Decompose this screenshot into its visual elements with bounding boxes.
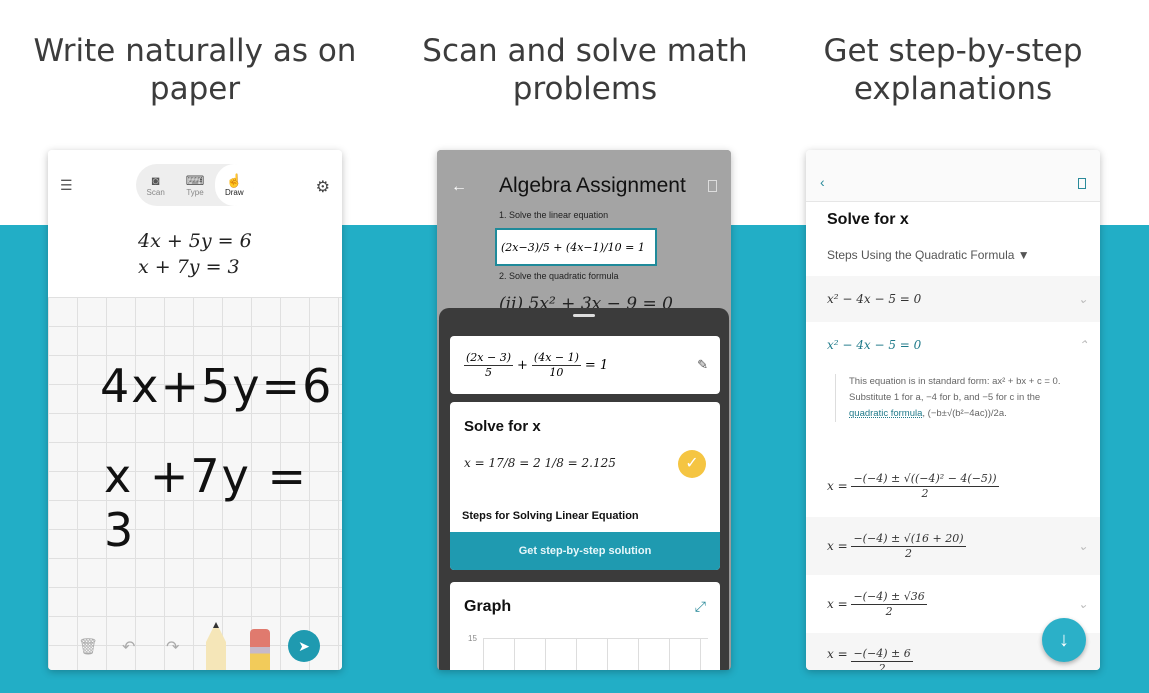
explanation: This equation is in standard form: ax² +… <box>835 374 1080 422</box>
hand-draw-icon: ☝ <box>226 172 243 188</box>
top-bar: ‹ <box>806 150 1100 202</box>
mode-type[interactable]: ⌨ Type <box>175 164 214 206</box>
problem-card[interactable]: (2x − 3) 5 + (4x − 1) 10 = 1 ✎ <box>450 336 720 394</box>
chevron-up-icon: ⌃ <box>1077 338 1088 352</box>
draw-screen: ☰ ◙ Scan ⌨ Type ☝ Draw ⚙ 4x + 5y = 6 x + 7y… <box>48 150 342 670</box>
chevron-down-icon: ⌄ <box>1077 597 1088 611</box>
question-2: 2. Solve the quadratic formula <box>499 271 619 281</box>
drag-handle[interactable] <box>573 314 595 317</box>
edit-pencil-icon[interactable]: ✎ <box>697 358 708 373</box>
send-icon: ➤ <box>298 637 310 654</box>
send-button[interactable]: ➤ <box>288 630 320 662</box>
bookmark-icon[interactable] <box>1078 178 1086 189</box>
quadratic-formula-link[interactable]: quadratic formula <box>849 408 922 419</box>
method-dropdown[interactable]: Steps Using the Quadratic Formula ▼ <box>827 248 1030 262</box>
mode-draw[interactable]: ☝ Draw <box>214 164 254 206</box>
results-sheet: (2x − 3) 5 + (4x − 1) 10 = 1 ✎ Solve for x … <box>439 308 729 670</box>
step-row: x = −(−4) ± √((−4)² − 4(−5)) 2 <box>827 471 999 500</box>
undo-icon[interactable]: ↶ <box>122 637 135 657</box>
eraser-icon[interactable] <box>250 629 270 670</box>
step-row-expanded[interactable]: x² − 4x − 5 = 0 ⌃ <box>806 322 1100 368</box>
graph-plot <box>483 638 708 670</box>
gear-icon[interactable]: ⚙ <box>316 177 330 197</box>
solution-card: Solve for x x = 17/8 = 2 1/8 = 2.125 ✓ S… <box>450 402 720 570</box>
check-icon: ✓ <box>678 450 706 478</box>
step-row[interactable]: x = −(−4) ± √(16 + 20) 2 ⌄ <box>806 517 1100 575</box>
scan-selection[interactable]: (2x−3)/5 + (4x−1)/10 = 1 <box>495 228 657 266</box>
step-by-step-button[interactable]: Get step-by-step solution <box>450 532 720 570</box>
dropdown-arrow-icon: ▼ <box>1017 248 1030 262</box>
redo-icon[interactable]: ↷ <box>166 637 179 657</box>
step-row[interactable]: x² − 4x − 5 = 0 ⌄ <box>806 276 1100 322</box>
list-icon[interactable]: ☰ <box>60 177 73 194</box>
caption-scan: Scan and solve math problems <box>422 33 748 107</box>
caption-write: Write naturally as on paper <box>33 33 357 107</box>
chevron-down-icon: ⌄ <box>1077 292 1088 306</box>
doc-title: Algebra Assignment <box>499 174 686 197</box>
mode-scan[interactable]: ◙ Scan <box>136 164 175 206</box>
back-arrow-icon[interactable]: ← <box>451 178 467 196</box>
scroll-down-button[interactable]: ↓ <box>1042 618 1086 662</box>
bookmark-icon[interactable] <box>708 180 717 192</box>
caption-steps: Get step-by-step explanations <box>823 33 1083 107</box>
question-1: 1. Solve the linear equation <box>499 210 609 220</box>
camera-icon: ◙ <box>151 172 160 188</box>
steps-label: Steps for Solving Linear Equation <box>462 510 639 522</box>
expand-icon[interactable]: ⤢ <box>695 598 706 615</box>
graph-card: Graph ⤢ 15 <box>450 582 720 670</box>
mode-switcher: ◙ Scan ⌨ Type ☝ Draw <box>136 164 254 206</box>
steps-title: Solve for x <box>827 211 909 228</box>
handwritten-line-2: x +7y = 3 <box>104 449 309 557</box>
back-chevron-icon[interactable]: ‹ <box>820 174 825 190</box>
steps-screen: ‹ Solve for x Steps Using the Quadratic … <box>806 150 1100 670</box>
solution-value: x = 17/8 = 2 1/8 = 2.125 <box>464 456 616 470</box>
handwritten-line-1: 4x+5y=6 <box>100 359 334 413</box>
keyboard-icon: ⌨ <box>185 172 205 188</box>
drawing-canvas[interactable]: 4x+5y=6 x +7y = 3 🗑 ↶ ↷ ➤ <box>48 297 342 670</box>
chevron-down-icon: ⌄ <box>1077 539 1088 553</box>
pencil-icon[interactable] <box>206 622 226 670</box>
arrow-down-icon: ↓ <box>1059 628 1069 651</box>
trash-icon[interactable]: 🗑 <box>78 637 98 657</box>
recognized-equations: 4x + 5y = 6 x + 7y = 3 <box>138 230 252 278</box>
scan-screen: ← Algebra Assignment 1. Solve the linear… <box>437 150 731 670</box>
